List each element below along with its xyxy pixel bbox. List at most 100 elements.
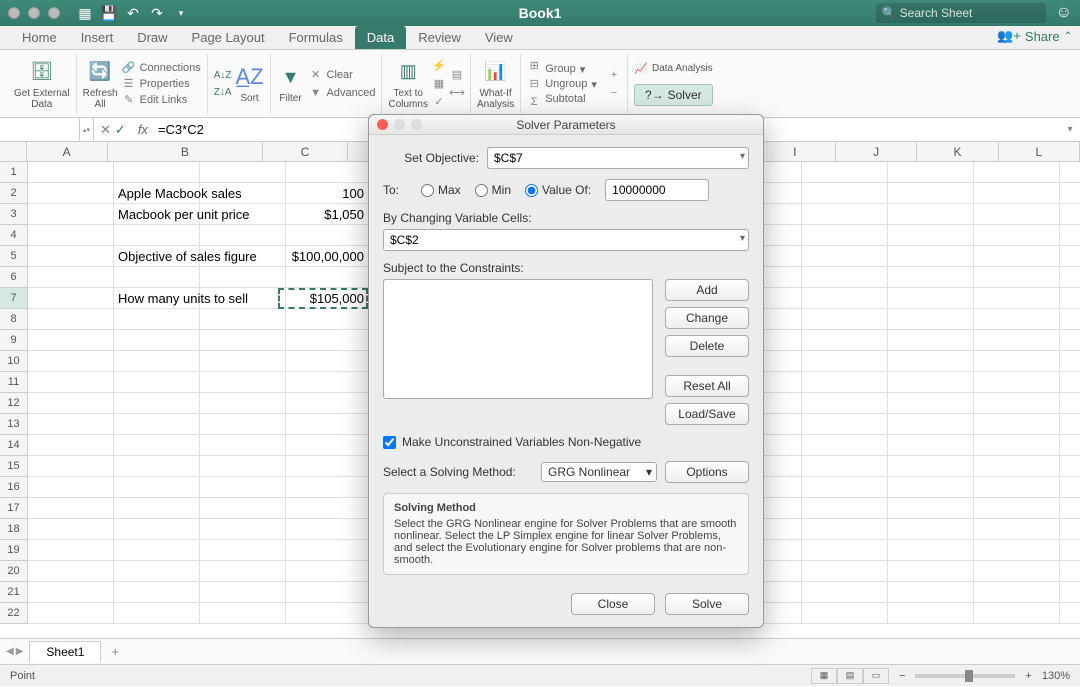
col-header-B[interactable]: B — [108, 142, 263, 161]
edit-links-button[interactable]: ✎Edit Links — [122, 93, 201, 107]
undo-icon[interactable]: ↶ — [124, 4, 142, 22]
save-icon[interactable]: 💾 — [100, 4, 118, 22]
tab-review[interactable]: Review — [406, 26, 473, 49]
data-analysis-button[interactable]: 📈Data Analysis — [634, 62, 713, 76]
tab-insert[interactable]: Insert — [69, 26, 126, 49]
subtotal-icon[interactable]: Σ — [527, 95, 541, 109]
cell-C3[interactable]: $1,050 — [278, 204, 368, 225]
cell-C5[interactable]: $100,00,000 — [278, 246, 368, 267]
cell-B2[interactable]: Apple Macbook sales — [114, 183, 298, 204]
qat-more-icon[interactable]: ▾ — [172, 4, 190, 22]
normal-view-icon[interactable]: ▦ — [811, 668, 837, 684]
group-icon[interactable]: ⊞ — [527, 59, 541, 73]
minimize-window-icon[interactable] — [28, 7, 40, 19]
sheet-prev-icon[interactable]: ◀ — [6, 646, 14, 657]
relationships-icon[interactable]: ⟷ — [450, 86, 464, 100]
row-header[interactable]: 3 — [0, 204, 27, 225]
filter-button[interactable]: ▼Filter — [277, 63, 305, 104]
connections-button[interactable]: 🔗Connections — [122, 61, 201, 75]
row-header[interactable]: 1 — [0, 162, 27, 183]
refresh-all-button[interactable]: 🔄Refresh All — [83, 58, 118, 110]
advanced-filter-button[interactable]: ▼Advanced — [309, 86, 376, 100]
min-radio[interactable]: Min — [475, 183, 511, 197]
value-of-radio[interactable]: Value Of: — [525, 183, 591, 197]
cancel-formula-icon[interactable]: ✕ — [100, 122, 111, 138]
options-button[interactable]: Options — [665, 461, 749, 483]
cell-B7[interactable]: How many units to sell — [114, 288, 298, 309]
row-header[interactable]: 15 — [0, 456, 27, 477]
subtotal-button[interactable]: Subtotal — [545, 93, 597, 105]
constraints-listbox[interactable] — [383, 279, 653, 399]
row-header[interactable]: 13 — [0, 414, 27, 435]
get-external-data-button[interactable]: 🗄Get External Data — [14, 58, 70, 110]
col-header-K[interactable]: K — [917, 142, 998, 161]
feedback-icon[interactable]: ☺ — [1056, 4, 1072, 22]
enter-formula-icon[interactable]: ✓ — [115, 122, 126, 138]
sort-desc-icon[interactable]: Z↓A — [214, 87, 232, 98]
solver-button[interactable]: ?→Solver — [634, 84, 713, 106]
page-layout-icon[interactable]: ▤ — [837, 668, 863, 684]
row-header[interactable]: 16 — [0, 477, 27, 498]
zoom-slider[interactable] — [915, 674, 1015, 678]
row-header[interactable]: 5 — [0, 246, 27, 267]
row-header[interactable]: 14 — [0, 435, 27, 456]
changing-cells-input[interactable] — [383, 229, 749, 251]
objective-input[interactable] — [487, 147, 749, 169]
share-button[interactable]: 👥+Share ⌃ — [997, 28, 1072, 44]
redo-icon[interactable]: ↷ — [148, 4, 166, 22]
name-box[interactable] — [0, 118, 80, 141]
what-if-button[interactable]: 📊What-If Analysis — [477, 58, 514, 110]
tab-home[interactable]: Home — [10, 26, 69, 49]
hide-detail-icon[interactable]: − — [607, 86, 621, 100]
collapse-icon[interactable]: ▾ — [740, 151, 745, 162]
close-window-icon[interactable] — [8, 7, 20, 19]
search-sheet-input[interactable] — [876, 3, 1046, 23]
tab-data[interactable]: Data — [355, 26, 406, 49]
autosave-icon[interactable]: ▦ — [76, 4, 94, 22]
unconstrained-checkbox[interactable]: Make Unconstrained Variables Non-Negativ… — [383, 435, 749, 449]
cell-B3[interactable]: Macbook per unit price — [114, 204, 298, 225]
clear-filter-button[interactable]: ✕Clear — [309, 68, 376, 82]
row-header[interactable]: 12 — [0, 393, 27, 414]
zoom-in-icon[interactable]: + — [1025, 670, 1031, 682]
row-header[interactable]: 18 — [0, 519, 27, 540]
data-val-icon[interactable]: ✓ — [432, 95, 446, 109]
row-header[interactable]: 2 — [0, 183, 27, 204]
sheet-next-icon[interactable]: ▶ — [16, 646, 24, 657]
col-header-I[interactable]: I — [755, 142, 836, 161]
fx-icon[interactable]: fx — [132, 122, 154, 137]
zoom-level[interactable]: 130% — [1042, 670, 1070, 682]
sort-asc-icon[interactable]: A↓Z — [214, 70, 232, 81]
row-header[interactable]: 4 — [0, 225, 27, 246]
row-header[interactable]: 8 — [0, 309, 27, 330]
sheet-tab[interactable]: Sheet1 — [29, 641, 101, 662]
ungroup-icon[interactable]: ⊟ — [527, 77, 541, 91]
row-header[interactable]: 11 — [0, 372, 27, 393]
flash-fill-icon[interactable]: ⚡ — [432, 59, 446, 73]
remove-dup-icon[interactable]: ▦ — [432, 77, 446, 91]
sort-button[interactable]: A̲ZSort — [236, 63, 264, 104]
row-header[interactable]: 10 — [0, 351, 27, 372]
properties-button[interactable]: ☰Properties — [122, 77, 201, 91]
max-radio[interactable]: Max — [421, 183, 461, 197]
select-all-corner[interactable] — [0, 142, 27, 161]
add-constraint-button[interactable]: Add — [665, 279, 749, 301]
dialog-close-icon[interactable] — [377, 119, 388, 130]
zoom-window-icon[interactable] — [48, 7, 60, 19]
row-header[interactable]: 20 — [0, 561, 27, 582]
zoom-out-icon[interactable]: − — [899, 670, 905, 682]
row-header[interactable]: 7 — [0, 288, 27, 309]
tab-draw[interactable]: Draw — [125, 26, 179, 49]
cell-C2[interactable]: 100 — [278, 183, 368, 204]
cell-C7[interactable]: $105,000 — [278, 288, 368, 309]
delete-constraint-button[interactable]: Delete — [665, 335, 749, 357]
change-constraint-button[interactable]: Change — [665, 307, 749, 329]
row-header[interactable]: 6 — [0, 267, 27, 288]
namebox-stepper[interactable]: ▴▾ — [80, 118, 94, 141]
tab-formulas[interactable]: Formulas — [277, 26, 355, 49]
add-sheet-button[interactable]: + — [101, 644, 129, 659]
solving-method-select[interactable]: GRG Nonlinear ▾ — [541, 462, 657, 482]
page-break-icon[interactable]: ▭ — [863, 668, 889, 684]
col-header-C[interactable]: C — [263, 142, 348, 161]
consolidate-icon[interactable]: ▤ — [450, 68, 464, 82]
